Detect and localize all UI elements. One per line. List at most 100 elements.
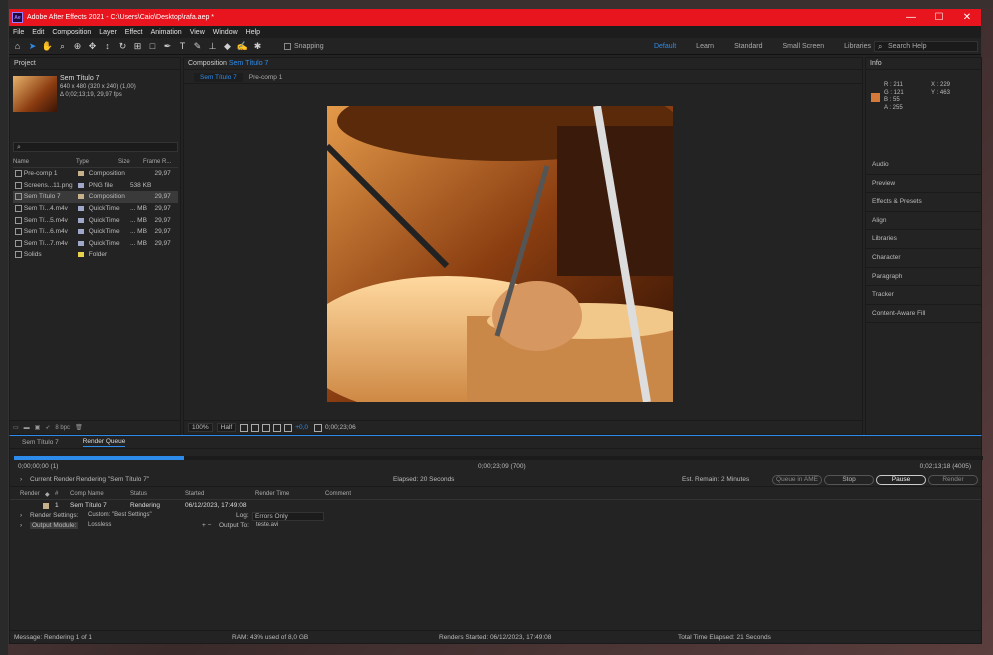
render-button[interactable]: Render — [928, 475, 978, 485]
col-size[interactable]: Size — [118, 159, 143, 167]
workspace-libraries[interactable]: Libraries — [844, 43, 871, 50]
tab-render-queue[interactable]: Render Queue — [82, 438, 126, 447]
label-tag-icon[interactable]: ◆ — [45, 491, 50, 498]
mask-visibility-icon[interactable] — [262, 423, 271, 432]
col-type[interactable]: Type — [76, 159, 118, 167]
project-item-solids-folder[interactable]: Solids Folder — [13, 249, 178, 261]
panel-content-aware-fill[interactable]: Content-Aware Fill — [866, 305, 981, 324]
col-number[interactable]: # — [55, 491, 58, 497]
resolution-dropdown[interactable]: Half — [216, 423, 237, 432]
type-tool-icon[interactable]: T — [176, 40, 189, 53]
col-status[interactable]: Status — [130, 491, 147, 497]
panel-align[interactable]: Align — [866, 212, 981, 231]
pan-camera-icon[interactable]: ✥ — [86, 40, 99, 53]
menu-composition[interactable]: Composition — [48, 29, 95, 36]
composition-active-name[interactable]: Sem Título 7 — [229, 60, 269, 67]
tab-precomp-1[interactable]: Pre-comp 1 — [249, 74, 283, 81]
menu-view[interactable]: View — [186, 29, 209, 36]
label-swatch[interactable] — [77, 194, 84, 200]
add-output-icon[interactable]: + − — [202, 522, 211, 529]
panel-character[interactable]: Character — [866, 249, 981, 268]
dolly-camera-icon[interactable]: ↕ — [101, 40, 114, 53]
label-swatch[interactable] — [77, 217, 84, 223]
rotation-tool-icon[interactable]: ↻ — [116, 40, 129, 53]
col-comment[interactable]: Comment — [325, 491, 351, 497]
workspace-default[interactable]: Default — [654, 43, 676, 50]
project-item-m4v-6[interactable]: Sem Tí...6.m4v QuickTime ... MB 29,97 — [13, 226, 178, 238]
hand-tool-icon[interactable]: ✋ — [41, 40, 54, 53]
project-item-m4v-5[interactable]: Sem Tí...5.m4v QuickTime ... MB 29,97 — [13, 214, 178, 226]
col-comp-name[interactable]: Comp Name — [70, 491, 104, 497]
output-module-value[interactable]: Lossless — [88, 522, 111, 528]
render-item-label-swatch[interactable] — [43, 503, 49, 509]
project-item-sem-titulo-7[interactable]: Sem Título 7 Composition 29,97 — [13, 191, 178, 203]
col-name[interactable]: Name — [13, 159, 76, 167]
fast-previews-icon[interactable] — [240, 423, 249, 432]
menu-window[interactable]: Window — [209, 29, 242, 36]
orbit-camera-icon[interactable]: ⊕ — [71, 40, 84, 53]
current-time[interactable]: 0;00;23;06 — [325, 424, 356, 431]
project-search-input[interactable]: ⌕ — [13, 142, 178, 152]
label-swatch[interactable] — [77, 182, 84, 188]
project-item-screenshot-png[interactable]: Screens...11.png PNG file 538 KB — [13, 180, 178, 192]
project-item-m4v-7[interactable]: Sem Tí...7.m4v QuickTime ... MB 29,97 — [13, 238, 178, 250]
menu-layer[interactable]: Layer — [95, 29, 121, 36]
output-to-value[interactable]: teste.avi — [256, 522, 278, 528]
eraser-tool-icon[interactable]: ◆ — [221, 40, 234, 53]
bit-depth-label[interactable]: 8 bpc — [55, 425, 70, 431]
panel-tracker[interactable]: Tracker — [866, 286, 981, 305]
expand-current-render-icon[interactable]: › — [20, 476, 22, 483]
project-item-m4v-4[interactable]: Sem Tí...4.m4v QuickTime ... MB 29,97 — [13, 203, 178, 215]
menu-edit[interactable]: Edit — [28, 29, 48, 36]
workspace-learn[interactable]: Learn — [696, 43, 714, 50]
stop-button[interactable]: Stop — [824, 475, 874, 485]
panel-libraries[interactable]: Libraries — [866, 230, 981, 249]
search-help-input[interactable]: ⌕ Search Help — [874, 41, 978, 52]
composition-panel-title[interactable]: Composition — [188, 60, 227, 67]
workspace-small-screen[interactable]: Small Screen — [783, 43, 825, 50]
menu-file[interactable]: File — [9, 29, 28, 36]
col-started[interactable]: Started — [185, 491, 204, 497]
channel-icon[interactable] — [284, 423, 293, 432]
composition-viewer[interactable] — [184, 86, 862, 422]
label-swatch[interactable] — [77, 252, 84, 258]
menu-help[interactable]: Help — [242, 29, 264, 36]
expand-render-settings-icon[interactable]: › — [20, 512, 22, 519]
minimize-button[interactable]: — — [897, 9, 925, 26]
snapping-checkbox[interactable] — [284, 42, 291, 50]
interpret-footage-icon[interactable]: ▭ — [13, 424, 19, 431]
home-icon[interactable]: ⌂ — [11, 40, 24, 53]
puppet-tool-icon[interactable]: ✱ — [251, 40, 264, 53]
pen-tool-icon[interactable]: ✒ — [161, 40, 174, 53]
clone-stamp-icon[interactable]: ⊥ — [206, 40, 219, 53]
new-composition-icon[interactable]: ▣ — [35, 424, 41, 431]
new-folder-icon[interactable]: ▬ — [24, 425, 30, 431]
menu-animation[interactable]: Animation — [147, 29, 186, 36]
tab-sem-titulo-7[interactable]: Sem Título 7 — [194, 73, 243, 82]
panel-paragraph[interactable]: Paragraph — [866, 268, 981, 287]
label-swatch[interactable] — [77, 171, 84, 177]
close-button[interactable]: ✕ — [953, 9, 981, 26]
panel-effects-presets[interactable]: Effects & Presets — [866, 193, 981, 212]
render-queue-item[interactable]: 1 Sem Título 7 Rendering 06/12/2023, 17:… — [10, 502, 981, 511]
col-render-time[interactable]: Render Time — [255, 491, 289, 497]
maximize-button[interactable]: ☐ — [925, 9, 953, 26]
label-swatch[interactable] — [77, 240, 84, 246]
zoom-tool-icon[interactable]: ⌕ — [56, 40, 69, 53]
log-dropdown[interactable]: Errors Only — [252, 512, 324, 521]
transparency-grid-icon[interactable] — [251, 423, 260, 432]
trash-icon[interactable]: 🗑 — [75, 424, 83, 431]
region-of-interest-icon[interactable] — [273, 423, 282, 432]
zoom-dropdown[interactable]: 100% — [188, 423, 213, 432]
workspace-standard[interactable]: Standard — [734, 43, 762, 50]
menu-effect[interactable]: Effect — [121, 29, 147, 36]
snapping-toggle[interactable]: Snapping — [284, 42, 324, 50]
roto-brush-icon[interactable]: ✍ — [236, 40, 249, 53]
tab-timeline-sem-titulo-7[interactable]: Sem Título 7 — [22, 439, 59, 446]
pan-behind-icon[interactable]: ⊞ — [131, 40, 144, 53]
project-item-precomp-1[interactable]: Pre-comp 1 Composition 29,97 — [13, 168, 178, 180]
label-swatch[interactable] — [77, 206, 84, 212]
panel-preview[interactable]: Preview — [866, 175, 981, 194]
rectangle-tool-icon[interactable]: □ — [146, 40, 159, 53]
render-queue-icon[interactable]: ➶ — [45, 424, 50, 431]
